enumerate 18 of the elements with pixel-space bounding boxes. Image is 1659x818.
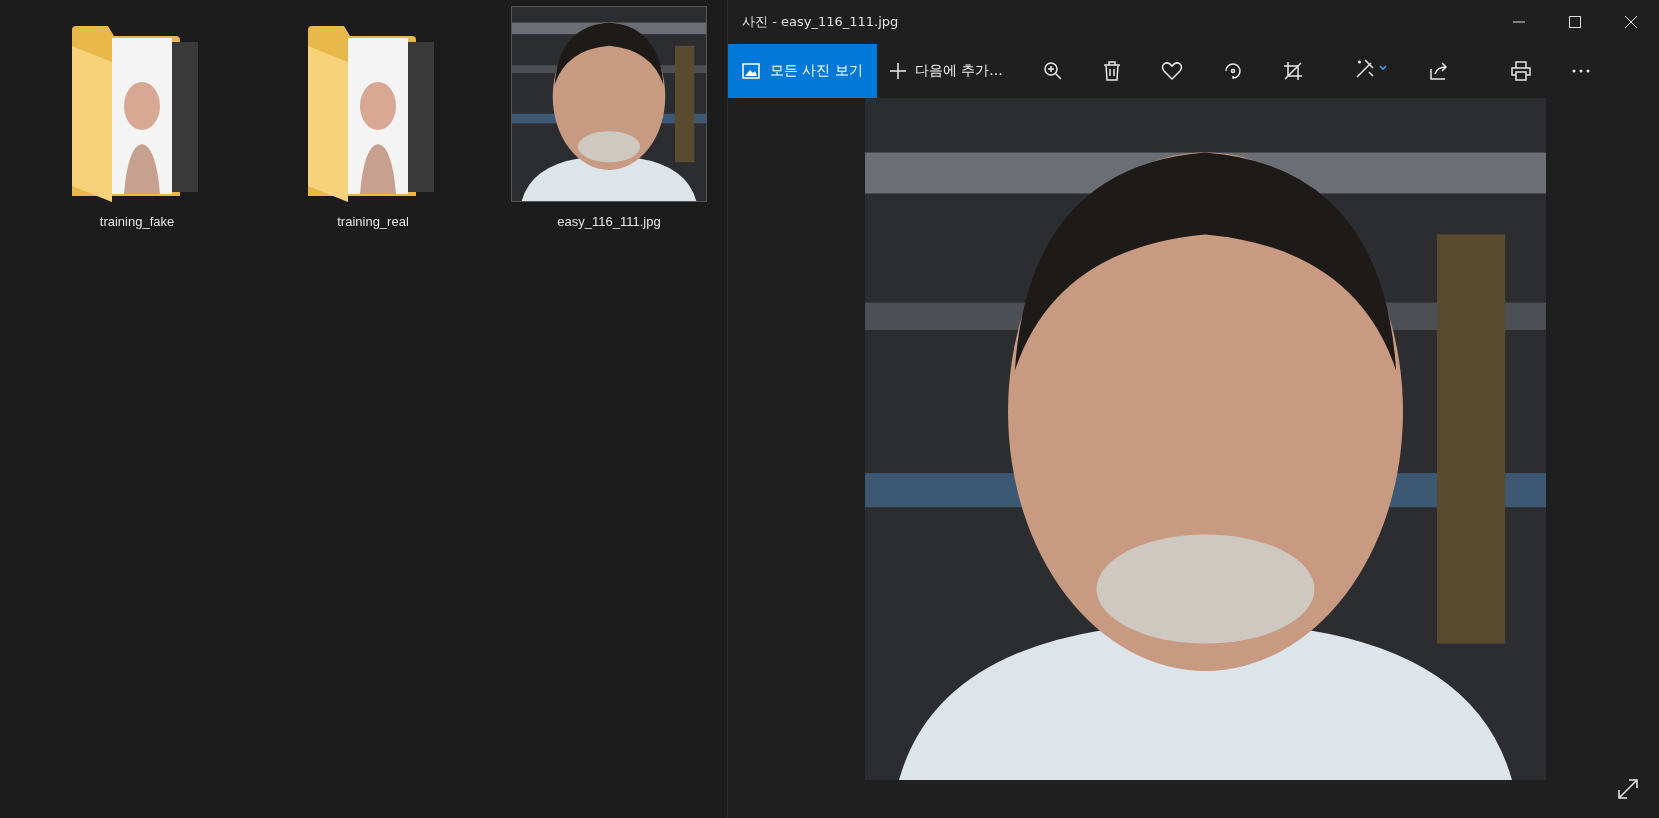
file-name[interactable]: easy_116_111.jpg (557, 214, 661, 229)
all-photos-button[interactable]: 모든 사진 보기 (728, 44, 877, 98)
picture-icon (742, 63, 760, 79)
zoom-in-icon[interactable] (1042, 61, 1063, 81)
share-icon[interactable] (1428, 61, 1449, 81)
print-icon[interactable] (1510, 61, 1531, 81)
plus-icon (888, 62, 907, 80)
window-title: 사진 - easy_116_111.jpg (742, 13, 900, 31)
rotate-icon[interactable] (1222, 61, 1243, 81)
fullscreen-icon[interactable] (1617, 778, 1639, 800)
trash-icon[interactable] (1102, 61, 1121, 81)
add-to-button[interactable]: 다음에 추가... (876, 44, 1015, 98)
more-icon[interactable] (1570, 68, 1591, 74)
crop-icon[interactable] (1282, 61, 1303, 81)
heart-icon[interactable] (1160, 61, 1183, 81)
file-name[interactable]: training_real (337, 214, 409, 229)
edit-icon[interactable] (1354, 58, 1389, 80)
file-name[interactable]: training_fake (99, 214, 175, 229)
